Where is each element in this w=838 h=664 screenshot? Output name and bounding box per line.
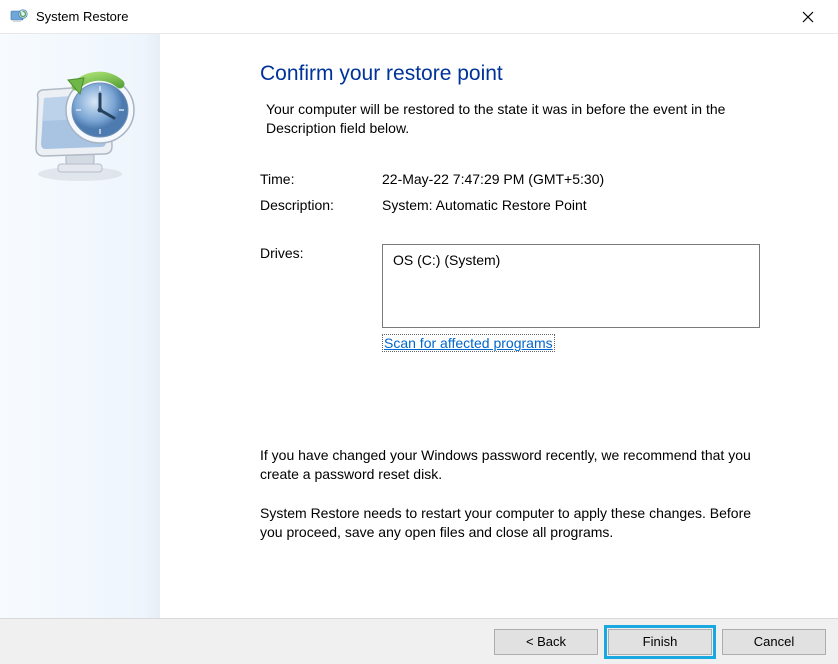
scan-link-container: Scan for affected programs (382, 334, 768, 352)
finish-button[interactable]: Finish (608, 629, 712, 655)
page-subtext: Your computer will be restored to the st… (260, 100, 768, 138)
titlebar: System Restore (0, 0, 838, 34)
drives-listbox[interactable]: OS (C:) (System) (382, 244, 760, 328)
content-area: Confirm your restore point Your computer… (160, 34, 838, 624)
drives-row: Drives: OS (C:) (System) (260, 244, 768, 328)
description-row: Description: System: Automatic Restore P… (260, 196, 768, 214)
sidebar (0, 34, 160, 624)
body-area: Confirm your restore point Your computer… (0, 34, 838, 624)
scan-affected-programs-link[interactable]: Scan for affected programs (382, 334, 555, 352)
time-row: Time: 22-May-22 7:47:29 PM (GMT+5:30) (260, 170, 768, 188)
drive-item[interactable]: OS (C:) (System) (393, 251, 749, 269)
description-value: System: Automatic Restore Point (382, 196, 768, 214)
description-label: Description: (260, 196, 382, 214)
drives-label: Drives: (260, 244, 382, 262)
info-table: Time: 22-May-22 7:47:29 PM (GMT+5:30) De… (260, 170, 768, 353)
restart-note: System Restore needs to restart your com… (260, 504, 768, 542)
time-value: 22-May-22 7:47:29 PM (GMT+5:30) (382, 170, 768, 188)
page-heading: Confirm your restore point (260, 62, 768, 86)
footer: < Back Finish Cancel (0, 618, 838, 664)
notes: If you have changed your Windows passwor… (260, 446, 768, 542)
time-label: Time: (260, 170, 382, 188)
system-restore-icon (10, 8, 28, 26)
cancel-button[interactable]: Cancel (722, 629, 826, 655)
password-note: If you have changed your Windows passwor… (260, 446, 768, 484)
restore-wizard-icon (20, 62, 140, 191)
close-button[interactable] (788, 3, 828, 31)
back-button[interactable]: < Back (494, 629, 598, 655)
window-title: System Restore (36, 9, 128, 24)
